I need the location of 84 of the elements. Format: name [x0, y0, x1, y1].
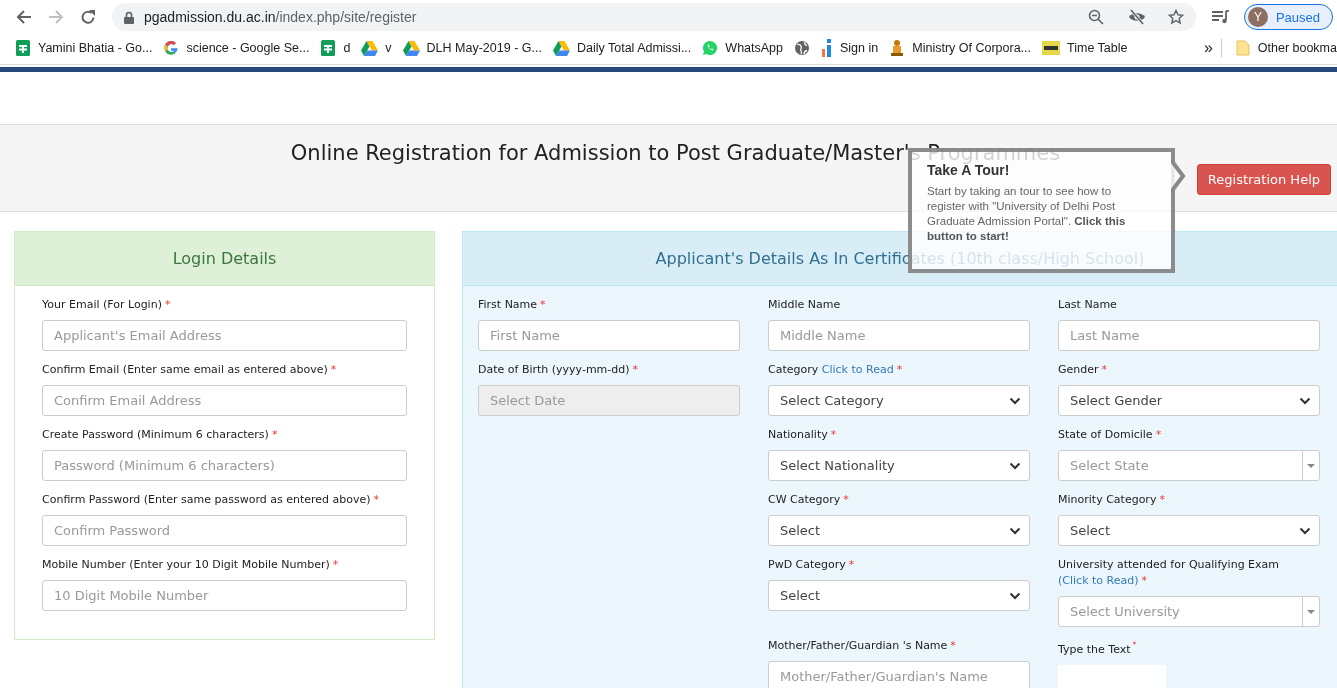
dropdown[interactable]: Select — [768, 515, 1030, 546]
chevron-down-icon — [1009, 396, 1021, 405]
tour-title: Take A Tour! — [927, 162, 1010, 178]
url-text: pgadmission.du.ac.in/index.php/site/register — [144, 9, 417, 25]
bookmark[interactable]: Sign in — [816, 36, 884, 60]
emblem-icon — [889, 39, 906, 57]
triangle-icon — [361, 40, 379, 56]
field-label: Confirm Email (Enter same email as entered above) * — [42, 362, 338, 378]
field-label: State of Domicile * — [1058, 427, 1163, 443]
click-to-read-link[interactable]: (Click to Read) — [1058, 574, 1139, 587]
field-label: Your Email (For Login) * — [42, 297, 172, 313]
input-field[interactable]: Confirm Password — [42, 515, 407, 546]
field-label: Nationality * — [768, 427, 838, 443]
field-label: Minority Category * — [1058, 492, 1166, 508]
triangle-icon — [552, 40, 570, 56]
reload-icon — [80, 9, 96, 25]
back-arrow-icon — [16, 9, 32, 25]
chat-bubble-icon — [702, 40, 719, 56]
thumbnail-icon — [1042, 41, 1060, 55]
bookmark[interactable]: WhatsApp — [697, 36, 788, 60]
input-field[interactable]: Mother/Father/Guardian's Name — [768, 661, 1030, 688]
click-to-read-link[interactable]: Click to Read — [821, 363, 894, 376]
field-label: Confirm Password (Enter same password as entered above) * — [42, 492, 381, 508]
chevron-down-icon — [1299, 526, 1311, 535]
bookmark[interactable]: d — [315, 36, 356, 60]
chevron-down-icon — [1009, 591, 1021, 600]
field-label: PwD Category * — [768, 557, 856, 573]
field-label: Middle Name — [768, 297, 842, 313]
address-bar[interactable]: pgadmission.du.ac.in/index.php/site/register — [112, 3, 1196, 31]
triangle-icon — [402, 40, 420, 56]
input-field[interactable]: Password (Minimum 6 characters) — [42, 450, 407, 481]
panel-heading: Login Details — [15, 232, 434, 286]
more-bookmarks-button[interactable]: » — [1195, 39, 1222, 57]
dropdown[interactable]: Select — [768, 580, 1030, 611]
date-field[interactable]: Select Date — [478, 385, 740, 416]
eye-off-icon[interactable] — [1127, 9, 1146, 25]
caret-down-icon — [1307, 609, 1315, 614]
dropdown[interactable]: Select Nationality — [768, 450, 1030, 481]
zoom-out-icon[interactable] — [1087, 9, 1104, 25]
input-field[interactable]: Last Name — [1058, 320, 1320, 351]
spreadsheet-icon — [320, 40, 337, 56]
field-label: Last Name — [1058, 297, 1118, 313]
globe-icon — [794, 40, 810, 56]
field-label: Mother/Father/Guardian 's Name * — [768, 638, 957, 654]
folder-icon — [1235, 40, 1250, 56]
forward-arrow-icon — [48, 9, 64, 25]
dropdown[interactable]: Select — [1058, 515, 1320, 546]
dropdown[interactable]: Select Gender — [1058, 385, 1320, 416]
field-label: Mobile Number (Enter your 10 Digit Mobile Number) * — [42, 557, 340, 573]
bar-logo-icon — [821, 39, 833, 57]
input-field[interactable]: Confirm Email Address — [42, 385, 407, 416]
registration-help-button[interactable]: Registration Help — [1196, 164, 1331, 195]
bookmark[interactable]: Daily Total Admissi... — [547, 36, 697, 60]
field-label: Gender * — [1058, 362, 1109, 378]
spreadsheet-icon — [15, 40, 31, 56]
input-field[interactable]: Middle Name — [768, 320, 1030, 351]
chevron-down-icon — [1009, 526, 1021, 535]
bookmark[interactable]: Yamini Bhatia - Go... — [10, 36, 158, 60]
star-icon[interactable] — [1167, 9, 1184, 25]
bookmark[interactable]: science - Google Se... — [158, 36, 315, 60]
bookmark[interactable]: Time Table — [1037, 36, 1133, 60]
field-label: University attended for Qualifying Exam (Click to Read) * — [1058, 557, 1281, 589]
lock-icon — [124, 10, 134, 24]
letter-g-icon — [163, 40, 180, 56]
field-label: Type the Text $^{*}$ — [1058, 640, 1138, 658]
field-label: First Name * — [478, 297, 547, 313]
chevron-down-icon — [1009, 461, 1021, 470]
bookmark[interactable]: Ministry Of Corpora... — [884, 36, 1036, 60]
caret-down-icon — [1307, 463, 1315, 468]
input-field[interactable]: 10 Digit Mobile Number — [42, 580, 407, 611]
media-queue-icon[interactable] — [1211, 10, 1230, 24]
field-label: CW Category * — [768, 492, 850, 508]
bookmark[interactable]: DLH May-2019 - G... — [397, 36, 547, 60]
field-label: Category Click to Read * — [768, 362, 904, 378]
dropdown[interactable]: Select Category — [768, 385, 1030, 416]
input-field[interactable]: First Name — [478, 320, 740, 351]
bookmark[interactable]: v — [356, 36, 397, 60]
profile-button[interactable]: Y Paused — [1243, 4, 1333, 30]
input-field[interactable]: Applicant's Email Address — [42, 320, 407, 351]
other-bookmarks-folder[interactable]: Other bookma — [1221, 40, 1337, 56]
field-label: Date of Birth (yyyy-mm-dd) * — [478, 362, 640, 378]
chevron-down-icon — [1299, 396, 1311, 405]
field-label: Create Password (Minimum 6 characters) * — [42, 427, 279, 443]
avatar: Y — [1247, 7, 1268, 27]
